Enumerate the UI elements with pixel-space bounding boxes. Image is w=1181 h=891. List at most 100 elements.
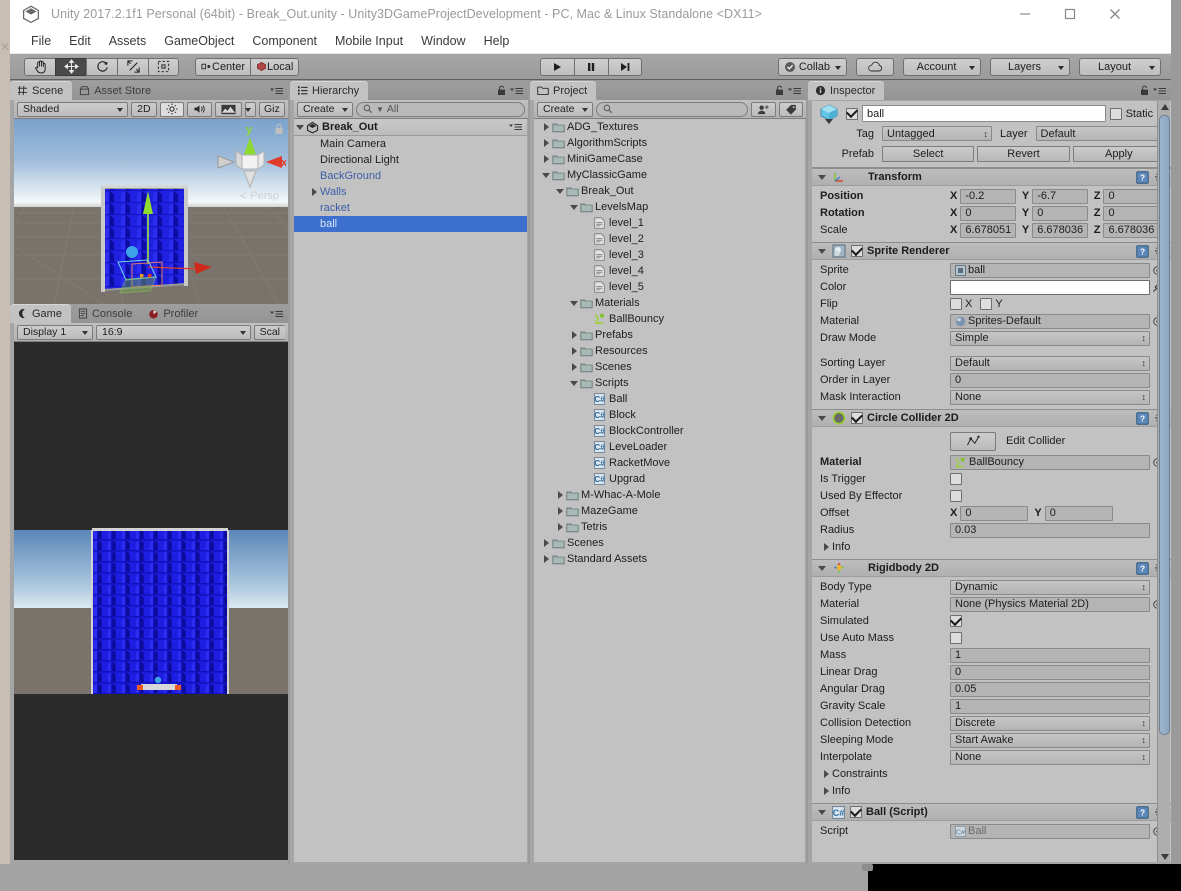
project-item-standard-assets[interactable]: Standard Assets — [534, 551, 805, 567]
foldout-arrow[interactable] — [820, 770, 832, 778]
project-item-mazegame[interactable]: MazeGame — [534, 503, 805, 519]
gizmos-dropdown[interactable]: Giz — [258, 101, 286, 117]
object-field-material[interactable]: BallBouncy — [950, 454, 1150, 470]
checkbox-use-auto-mass[interactable] — [950, 632, 962, 644]
project-item-algorithmscripts[interactable]: AlgorithmScripts — [534, 135, 805, 151]
expand-arrow[interactable] — [540, 123, 552, 131]
collapse-arrow[interactable] — [568, 380, 580, 386]
layer-dropdown[interactable]: Default — [1035, 126, 1165, 141]
dropdown-interpolate[interactable]: None — [950, 749, 1150, 765]
component-foldout-arrow[interactable] — [816, 809, 828, 815]
dropdown-collision-detection[interactable]: Discrete — [950, 715, 1150, 731]
prefab-select-button[interactable]: Select — [882, 145, 975, 162]
scene-audio-toggle[interactable] — [186, 101, 212, 117]
expand-arrow[interactable] — [308, 188, 320, 196]
object-field-sprite[interactable]: ball — [950, 262, 1150, 278]
field-position-y[interactable]: -6.7 — [1032, 188, 1088, 204]
project-item-myclassicgame[interactable]: MyClassicGame — [534, 167, 805, 183]
minimize-button[interactable] — [1002, 0, 1047, 28]
menu-item-gameobject[interactable]: GameObject — [155, 32, 243, 50]
help-icon[interactable]: ? — [1136, 244, 1149, 258]
project-item-prefabs[interactable]: Prefabs — [534, 327, 805, 343]
component-foldout-arrow[interactable] — [816, 565, 828, 571]
component-header[interactable]: Transform? — [812, 168, 1171, 186]
expand-arrow[interactable] — [540, 155, 552, 163]
scroll-up-button[interactable] — [1159, 101, 1170, 112]
hierarchy-panel-menu-button[interactable] — [510, 87, 524, 96]
project-item-upgrad[interactable]: C# Upgrad — [534, 471, 805, 487]
project-item-adg-textures[interactable]: ADG_Textures — [534, 119, 805, 135]
project-filter-label-button[interactable] — [779, 101, 803, 117]
layout-button[interactable]: Layout — [1079, 57, 1161, 76]
object-name-input[interactable]: ball — [862, 105, 1106, 122]
field-position-z[interactable]: 0 — [1103, 188, 1160, 204]
project-item-scenes[interactable]: Scenes — [534, 535, 805, 551]
field-rotation-x[interactable]: 0 — [960, 205, 1016, 221]
expand-arrow[interactable] — [554, 523, 566, 531]
gameobject-enabled-checkbox[interactable] — [846, 107, 858, 120]
project-item-level-2[interactable]: level_2 — [534, 231, 805, 247]
project-item-level-4[interactable]: level_4 — [534, 263, 805, 279]
scale-slider[interactable]: Scal — [253, 324, 285, 340]
help-icon[interactable]: ? — [1136, 805, 1149, 819]
menu-item-assets[interactable]: Assets — [100, 32, 156, 50]
layers-button[interactable]: Layers — [990, 57, 1070, 76]
input-linear-drag[interactable]: 0 — [950, 664, 1150, 680]
hierarchy-scene-menu-button[interactable] — [509, 123, 523, 132]
expand-arrow[interactable] — [554, 491, 566, 499]
rotate-tool-button[interactable] — [86, 57, 117, 76]
input-radius[interactable]: 0.03 — [950, 522, 1150, 538]
game-viewport[interactable] — [14, 342, 288, 860]
inspector-scrollbar[interactable] — [1157, 101, 1170, 862]
flip-x-checkbox[interactable] — [950, 298, 962, 310]
aspect-dropdown[interactable]: 16:9 — [96, 324, 251, 340]
component-header[interactable]: Sprite Renderer? — [812, 242, 1171, 260]
project-item-blockcontroller[interactable]: C# BlockController — [534, 423, 805, 439]
hierarchy-item-main-camera[interactable]: Main Camera — [294, 136, 527, 152]
project-item-leveloader[interactable]: C# LeveLoader — [534, 439, 805, 455]
component-enabled-checkbox[interactable] — [850, 806, 862, 818]
component-foldout-arrow[interactable] — [816, 174, 828, 180]
play-button[interactable] — [539, 57, 574, 76]
project-item-ball[interactable]: C# Ball — [534, 391, 805, 407]
project-lock-button[interactable] — [775, 85, 784, 96]
tab-hierarchy[interactable]: Hierarchy — [290, 81, 369, 100]
foldout-arrow[interactable] — [820, 787, 832, 795]
menu-item-mobile-input[interactable]: Mobile Input — [326, 32, 412, 50]
help-icon[interactable]: ? — [1136, 411, 1149, 425]
menu-item-window[interactable]: Window — [412, 32, 474, 50]
hierarchy-item-walls[interactable]: Walls — [294, 184, 527, 200]
object-field-material[interactable]: None (Physics Material 2D) — [950, 596, 1150, 612]
project-panel-menu-button[interactable] — [788, 87, 802, 96]
scene-lighting-toggle[interactable] — [159, 101, 184, 117]
hierarchy-item-racket[interactable]: racket — [294, 200, 527, 216]
inspector-content[interactable]: ball Static ▼ Tag Untagged Layer Default… — [812, 101, 1171, 862]
flip-y-checkbox[interactable] — [980, 298, 993, 310]
project-create-button[interactable]: Create — [537, 101, 593, 117]
field-scale-x[interactable]: 6.678051 — [960, 222, 1016, 238]
project-item-m-whac-a-mole[interactable]: M-Whac-A-Mole — [534, 487, 805, 503]
tag-dropdown[interactable]: Untagged — [882, 126, 992, 141]
checkbox-used-by-effector[interactable] — [950, 490, 962, 502]
inspector-scroll-thumb[interactable] — [1159, 115, 1170, 735]
project-search-input[interactable] — [596, 101, 748, 117]
project-item-levelsmap[interactable]: LevelsMap — [534, 199, 805, 215]
menu-item-file[interactable]: File — [22, 32, 60, 50]
prefab-revert-button[interactable]: Revert — [977, 145, 1070, 162]
pivot-mode-button[interactable]: Center — [195, 57, 251, 76]
expand-arrow[interactable] — [540, 555, 552, 563]
project-item-materials[interactable]: Materials — [534, 295, 805, 311]
dropdown-body-type[interactable]: Dynamic — [950, 579, 1150, 595]
inspector-panel-menu-button[interactable] — [1153, 87, 1167, 96]
expand-arrow[interactable] — [568, 347, 580, 355]
dropdown-sleeping-mode[interactable]: Start Awake — [950, 732, 1150, 748]
input-mass[interactable]: 1 — [950, 647, 1150, 663]
dropdown-mask-interaction[interactable]: None — [950, 389, 1150, 405]
collapse-arrow[interactable] — [568, 204, 580, 210]
scene-lock-icon[interactable] — [274, 123, 284, 135]
project-item-resources[interactable]: Resources — [534, 343, 805, 359]
component-enabled-checkbox[interactable] — [851, 245, 863, 257]
2d-toggle-button[interactable]: 2D — [131, 101, 157, 117]
expand-arrow[interactable] — [554, 507, 566, 515]
scene-panel-menu-button[interactable] — [270, 87, 284, 96]
